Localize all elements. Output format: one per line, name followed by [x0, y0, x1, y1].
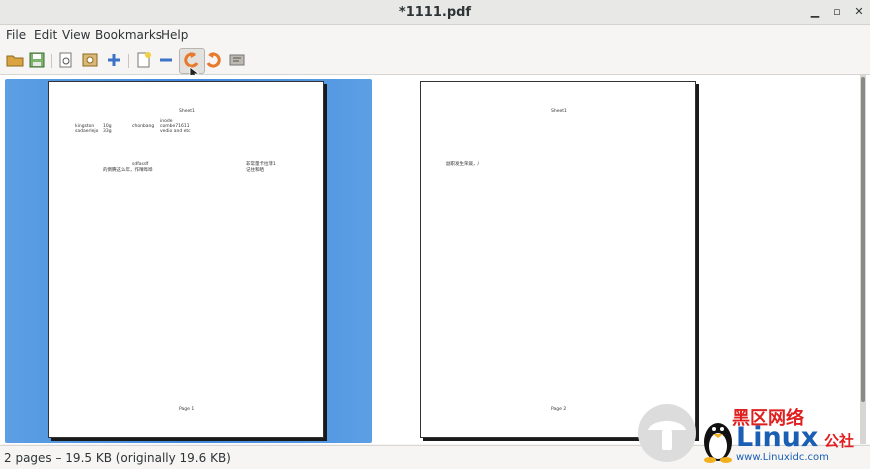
cell: vedio and etc	[160, 129, 191, 134]
add-page-button[interactable]	[104, 50, 124, 70]
watermark: 黑区网络 Linux 公社 www.Linuxidc.com	[636, 400, 870, 468]
properties-icon	[229, 54, 245, 66]
cell: sdfasdf	[132, 162, 149, 167]
toolbar-separator	[128, 54, 129, 68]
document-search-icon	[59, 52, 72, 68]
cell: 非常量卡拉菲1	[246, 162, 276, 167]
rotate-right-icon	[206, 52, 221, 68]
minimize-button[interactable]: ▁	[806, 3, 824, 21]
folder-icon	[6, 55, 24, 67]
toolbar-separator	[51, 54, 52, 68]
properties-button[interactable]	[227, 50, 247, 70]
tux-penguin-icon	[704, 423, 732, 463]
watermark-suffix: 公社	[824, 432, 855, 450]
image-icon	[82, 53, 98, 67]
cell: 33g	[103, 129, 112, 134]
open-folder-button[interactable]	[5, 50, 25, 70]
close-button[interactable]: ✕	[850, 3, 868, 21]
remove-page-button[interactable]	[156, 50, 176, 70]
scrollbar-thumb[interactable]	[861, 77, 865, 402]
cell: sadaerlejo	[75, 129, 99, 134]
watermark-brand: Linux	[736, 422, 819, 453]
sheet-header: Sheet1	[551, 109, 567, 114]
menu-edit[interactable]: Edit	[34, 28, 57, 42]
page-footer: Page 2	[551, 407, 567, 412]
menu-file[interactable]: File	[6, 28, 26, 42]
save-icon	[29, 52, 45, 68]
new-document-icon	[137, 52, 151, 68]
pages-view[interactable]: Sheet1 inode kingston 10g chonbang combe…	[0, 75, 870, 444]
menu-bookmarks[interactable]: Bookmarks	[95, 28, 162, 42]
save-button[interactable]	[27, 50, 47, 70]
maximize-button[interactable]: ▫	[828, 3, 846, 21]
page-footer: Page 1	[179, 407, 195, 412]
status-text: 2 pages – 19.5 KB (originally 19.6 KB)	[4, 451, 231, 465]
menu-help[interactable]: Help	[161, 28, 188, 42]
plus-icon	[108, 54, 120, 66]
rotate-right-button[interactable]	[204, 50, 224, 70]
page-thumbnail-2[interactable]: Sheet1 副职发生荣裁，/ Page 2	[420, 81, 696, 438]
title-bar: *1111.pdf ▁ ▫ ✕	[0, 0, 870, 25]
sheet-header: Sheet1	[179, 109, 195, 114]
menu-view[interactable]: View	[62, 28, 90, 42]
thumbnail-view-button[interactable]	[80, 50, 100, 70]
toolbar	[0, 46, 870, 80]
mushroom-logo-icon	[638, 404, 696, 462]
cell: 副职发生荣裁，/	[446, 162, 480, 167]
menu-bar: File Edit View Bookmarks Help	[0, 25, 870, 45]
page-thumbnail-1[interactable]: Sheet1 inode kingston 10g chonbang combe…	[48, 81, 324, 438]
cell: 记住和晒	[246, 168, 264, 173]
new-page-button[interactable]	[134, 50, 154, 70]
print-preview-button[interactable]	[56, 50, 76, 70]
cell: 的倒腾这么年，作晴哗哗	[103, 168, 153, 173]
minus-icon	[160, 58, 172, 62]
cell: chonbang	[132, 124, 155, 129]
window-title: *1111.pdf	[398, 5, 472, 20]
watermark-url: www.Linuxidc.com	[736, 452, 829, 463]
